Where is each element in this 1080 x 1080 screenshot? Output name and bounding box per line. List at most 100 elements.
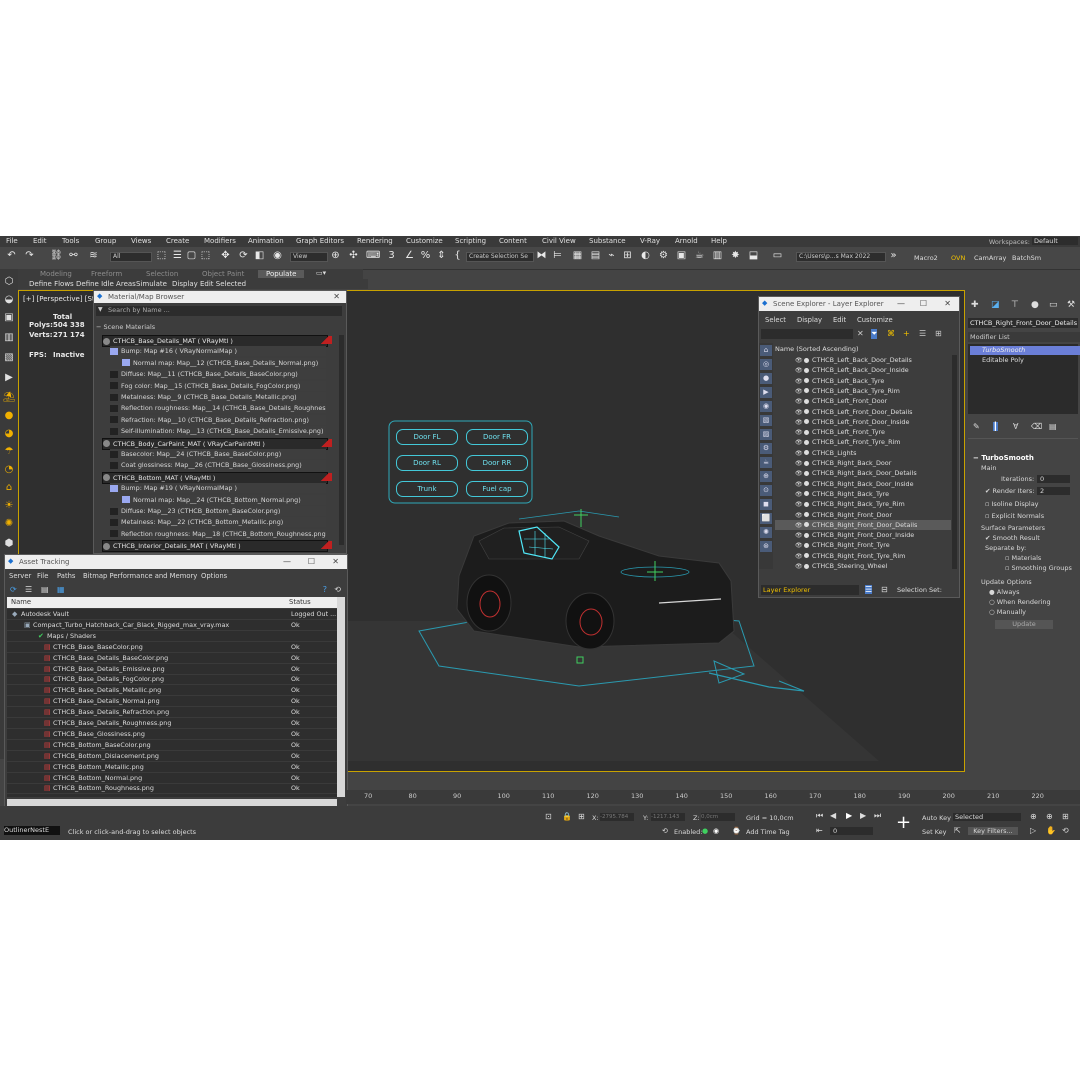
reference-coordinate-dropdown[interactable]: View	[290, 252, 328, 262]
scene-menu-select[interactable]: Select	[765, 316, 786, 324]
stack-item-editable-poly[interactable]: Editable Poly	[970, 356, 1024, 364]
y-coordinate-field[interactable]: -1217.143	[651, 813, 685, 821]
select-by-name-icon[interactable]: ☰	[172, 250, 183, 261]
angle-snap-icon[interactable]: ∠	[404, 250, 415, 261]
map-row[interactable]: Bump: Map #19 ( VRayNormalMap )	[110, 483, 326, 494]
asset-row[interactable]: ▤ CTHCB_Base_Details_Normal.png Ok	[7, 696, 337, 708]
stack-item-turbosmooth[interactable]: TurboSmooth	[970, 346, 1080, 355]
ribbon-tab-freeform[interactable]: Freeform	[91, 270, 122, 278]
asset-table-icon[interactable]: ▦	[57, 585, 65, 594]
map-row[interactable]: Diffuse: Map__11 (CTHCB_Base_Details_Bas…	[110, 369, 326, 380]
material-browser-close-icon[interactable]: ✕	[333, 291, 340, 303]
scene-materials-group[interactable]: − Scene Materials	[96, 323, 155, 331]
scene-filter-icon-11[interactable]: ⊙	[760, 485, 772, 496]
smoothing-groups-checkbox[interactable]: ▫ Smoothing Groups	[1005, 564, 1072, 572]
col-name-header[interactable]: Name	[11, 597, 31, 608]
asset-row[interactable]: ▤ CTHCB_Base_Details_FogColor.png Ok	[7, 674, 337, 686]
scene-menu-display[interactable]: Display	[797, 316, 822, 324]
workspaces-select[interactable]: Default	[1032, 237, 1078, 245]
when-rendering-radio[interactable]: ○ When Rendering	[989, 598, 1051, 606]
visibility-eye-icon[interactable]: 👁	[795, 511, 803, 520]
spot-light-icon[interactable]: ☂	[0, 446, 18, 457]
mirror-icon[interactable]: ⧓	[536, 250, 547, 261]
undo-icon[interactable]: ↶	[6, 250, 17, 261]
iterations-spinner[interactable]: 0	[1037, 475, 1070, 483]
visibility-eye-icon[interactable]: 👁	[795, 418, 803, 427]
scene-filter-icon-4[interactable]: ▶	[760, 387, 772, 398]
map-row[interactable]: Self-illumination: Map__13 (CTHCB_Base_D…	[110, 426, 326, 437]
visibility-eye-icon[interactable]: 👁	[795, 521, 803, 530]
modifier-list-dropdown[interactable]: Modifier List	[968, 332, 1080, 342]
hierarchy-icon[interactable]: ▣	[0, 312, 18, 323]
maximize-icon[interactable]: ☐	[308, 557, 315, 566]
keyboard-shortcut-icon[interactable]: ⌨	[366, 250, 380, 261]
render-icon[interactable]: ✸	[730, 250, 741, 261]
menu-item-customize[interactable]: Customize	[406, 237, 443, 245]
scene-object-row[interactable]: 👁 CTHCB_Right_Front_Tyre_Rim	[775, 551, 951, 561]
asset-row[interactable]: ▤ CTHCB_Base_Details_Roughness.png Ok	[7, 718, 337, 729]
asset-row[interactable]: ▤ CTHCB_Base_Details_Metallic.png Ok	[7, 685, 337, 697]
menu-item-file[interactable]: File	[6, 237, 18, 245]
scene-object-row[interactable]: 👁 CTHCB_Left_Back_Tyre_Rim	[775, 386, 951, 396]
footer-layer-icon[interactable]: ⊟	[881, 585, 888, 594]
filter-icon[interactable]: ⏷	[871, 329, 878, 339]
scene-object-row[interactable]: 👁 CTHCB_Right_Front_Tyre	[775, 540, 951, 550]
new-layer-icon[interactable]: +	[903, 329, 910, 338]
asset-menu-bitmap-performance-and-memory[interactable]: Bitmap Performance and Memory	[83, 572, 197, 580]
pin-stack-icon[interactable]: ✎	[973, 422, 980, 431]
zoom-icon[interactable]: ⊕	[1030, 812, 1037, 821]
map-row[interactable]: Normal map: Map__24 (CTHCB_Bottom_Normal…	[122, 494, 326, 505]
material-editor-icon[interactable]: ◐	[640, 250, 651, 261]
material-row[interactable]: CTHCB_Body_CarPaint_MAT ( VRayCarPaintMt…	[102, 437, 328, 450]
viewport-label[interactable]: [+] [Perspective] [St	[23, 295, 95, 303]
map-row[interactable]: Bump: Map #16 ( VRayNormalMap )	[110, 346, 326, 357]
menu-item-edit[interactable]: Edit	[33, 237, 47, 245]
freeze-toggle-icon[interactable]	[804, 450, 809, 456]
toggle-scene-explorer-icon[interactable]: ▦	[572, 250, 583, 261]
unlink-icon[interactable]: ⚯	[68, 250, 79, 261]
visibility-eye-icon[interactable]: 👁	[795, 469, 803, 478]
display-icon[interactable]: ▧	[0, 352, 18, 363]
minimize-icon[interactable]: —	[283, 557, 291, 566]
ribbon-display-button[interactable]: Display	[172, 280, 198, 288]
ovn-button[interactable]: OVN	[951, 254, 965, 262]
time-config-icon[interactable]: ⟲	[662, 827, 668, 835]
freeze-toggle-icon[interactable]	[804, 460, 809, 466]
current-frame-field[interactable]: 0	[830, 827, 873, 835]
project-path-field[interactable]: C:\Users\p...s Max 2022	[796, 252, 886, 262]
show-end-result-icon[interactable]: ┃	[993, 422, 998, 431]
manually-radio[interactable]: ○ Manually	[989, 608, 1026, 616]
align-icon[interactable]: ⊨	[552, 250, 563, 261]
scene-object-row[interactable]: 👁 CTHCB_Left_Back_Door_Inside	[775, 365, 951, 375]
more-toolbar-icon[interactable]: »	[888, 250, 899, 261]
maxscript-listener[interactable]: OutlinerNestE	[4, 826, 60, 835]
scene-object-row[interactable]: 👁 CTHCB_Right_Back_Tyre_Rim	[775, 499, 951, 509]
create-panel-icon[interactable]: ⬡	[0, 276, 18, 287]
freeze-toggle-icon[interactable]	[804, 532, 809, 538]
asset-row[interactable]: ▤ CTHCB_Base_Glossiness.png Ok	[7, 729, 337, 740]
map-row[interactable]: Metalness: Map__9 (CTHCB_Base_Details_Me…	[110, 392, 326, 402]
add-time-tag-icon[interactable]: ⌚	[732, 827, 741, 835]
door-fl-control[interactable]: Door FL	[396, 429, 458, 445]
curve-editor-icon[interactable]: ⌁	[606, 250, 617, 261]
asset-row[interactable]: ▣ Compact_Turbo_Hatchback_Car_Black_Rigge…	[7, 620, 337, 631]
omni-light-icon[interactable]: ●	[0, 410, 18, 421]
utilities-tab-icon[interactable]: ⚒	[1067, 300, 1075, 310]
menu-item-scripting[interactable]: Scripting	[455, 237, 486, 245]
se-maximize-icon[interactable]: ☐	[920, 299, 927, 308]
freeze-toggle-icon[interactable]	[804, 388, 809, 394]
asset-menu-options[interactable]: Options	[201, 572, 227, 580]
camarray-button[interactable]: CamArray	[974, 254, 1006, 262]
selection-filter-dropdown[interactable]: All	[110, 252, 152, 262]
scene-filter-icon-9[interactable]: ☕	[760, 457, 772, 468]
scene-scrollbar[interactable]	[952, 355, 957, 569]
rendered-frame-window-icon[interactable]: ▣	[676, 250, 687, 261]
clear-search-icon[interactable]: ✕	[857, 329, 864, 338]
next-frame-icon[interactable]: ▶	[860, 811, 866, 820]
material-search-input[interactable]: Search by Name ...	[96, 306, 342, 316]
menu-item-substance[interactable]: Substance	[589, 237, 626, 245]
freeze-toggle-icon[interactable]	[804, 512, 809, 517]
asset-menu-file[interactable]: File	[37, 572, 48, 580]
scene-filter-icon-3[interactable]: ●	[760, 373, 772, 384]
key-selection-dropdown[interactable]: Selected	[953, 813, 1021, 821]
